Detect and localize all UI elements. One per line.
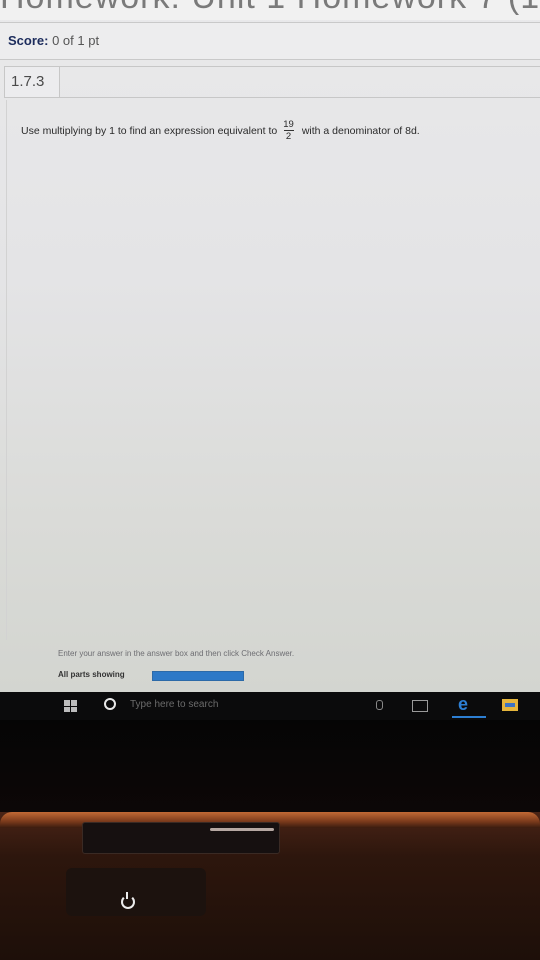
question-text-before: Use multiplying by 1 to find an expressi…	[21, 124, 278, 137]
fraction-denominator: 2	[285, 131, 292, 142]
instructions-text: Enter your answer in the answer box and …	[58, 649, 295, 658]
question-panel: Use multiplying by 1 to find an expressi…	[6, 100, 540, 640]
folder-icon[interactable]	[502, 699, 518, 711]
power-icon[interactable]	[121, 892, 135, 909]
microphone-icon[interactable]	[376, 700, 383, 710]
question-number-box: 1.7.3	[4, 66, 60, 98]
cortana-icon[interactable]	[104, 698, 116, 710]
question-text: Use multiplying by 1 to find an expressi…	[21, 119, 420, 142]
windows-logo-icon[interactable]	[64, 700, 78, 712]
score-value: 0 of 1 pt	[52, 33, 100, 48]
hinge-highlight	[210, 828, 274, 831]
taskbar-search-input[interactable]: Type here to search	[130, 699, 218, 710]
parts-progress-fill	[153, 672, 243, 680]
browser-screen: Homework: Unit 1 Homework 7 (1.7) Score:…	[0, 0, 540, 692]
page-title-text: Homework: Unit 1 Homework 7 (1.7)	[0, 0, 540, 17]
fraction: 19 2	[283, 119, 294, 142]
task-view-icon[interactable]	[412, 700, 428, 712]
score-bar: Score: 0 of 1 pt	[0, 22, 540, 60]
windows-taskbar: Type here to search e	[0, 692, 540, 720]
edge-browser-icon[interactable]: e	[458, 695, 468, 713]
page-title: Homework: Unit 1 Homework 7 (1.7)	[0, 0, 540, 20]
question-number: 1.7.3	[11, 73, 45, 90]
active-app-indicator	[452, 716, 486, 718]
laptop-hinge	[82, 822, 280, 854]
score-display: Score: 0 of 1 pt	[8, 33, 99, 48]
parts-progress-bar	[152, 671, 244, 681]
score-label: Score:	[8, 33, 49, 48]
question-text-after: with a denominator of 8d.	[301, 124, 420, 137]
divider	[58, 66, 540, 98]
screen-bezel	[0, 720, 540, 816]
parts-label: All parts showing	[58, 670, 125, 679]
fraction-numerator: 19	[283, 119, 294, 130]
power-panel	[66, 868, 206, 916]
